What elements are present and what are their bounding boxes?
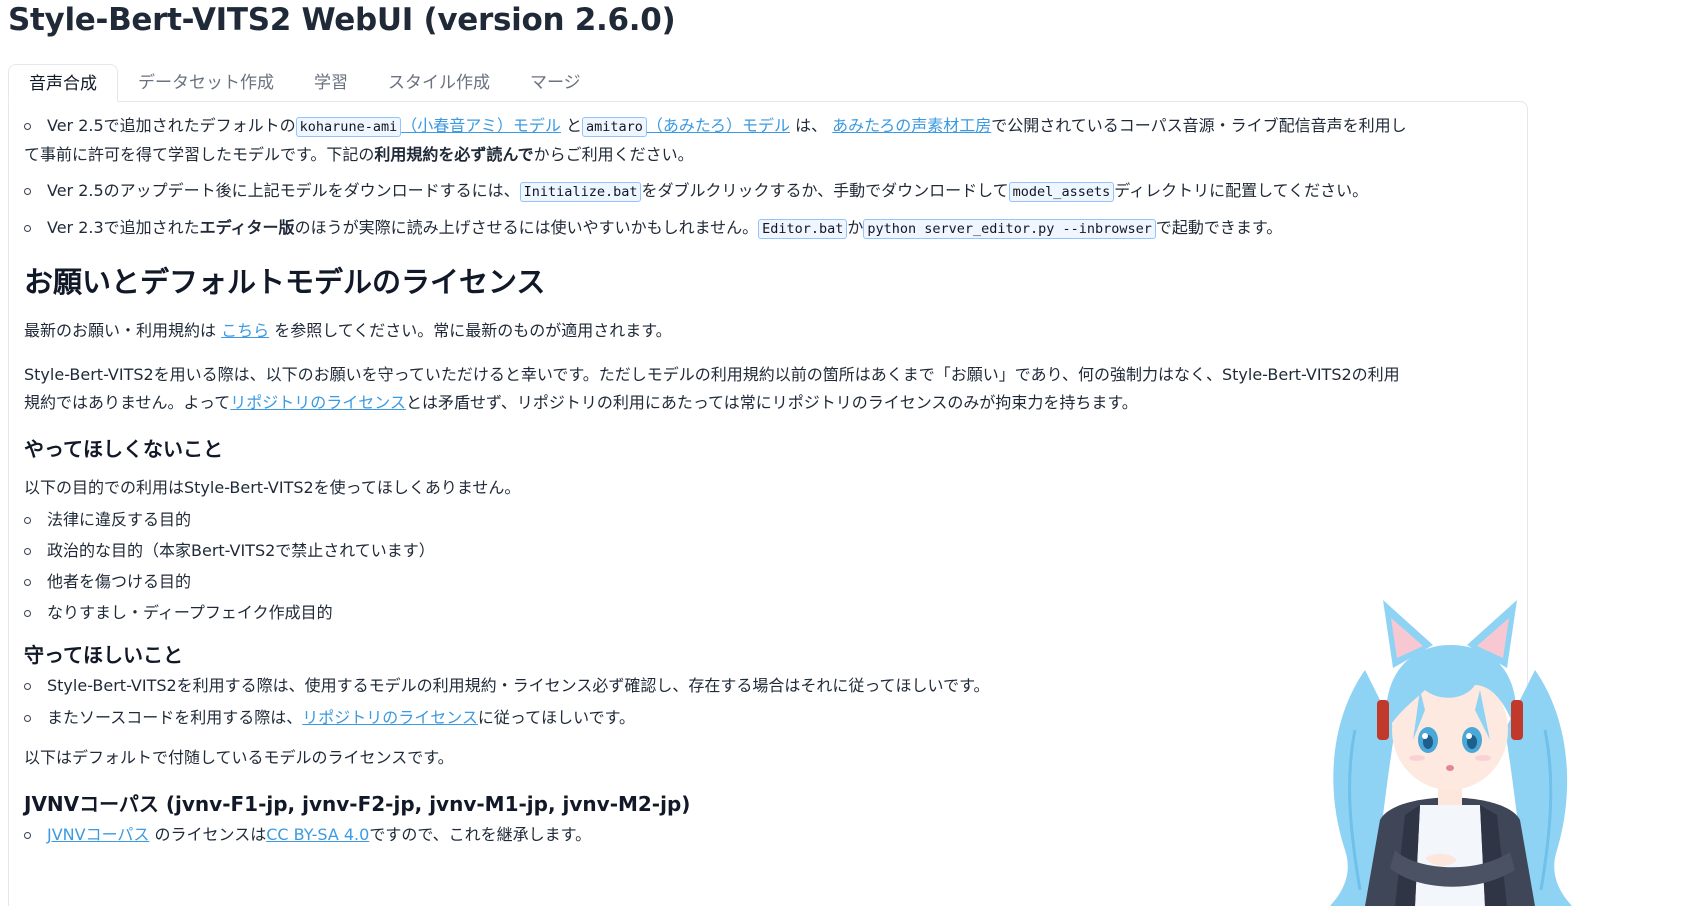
jvnv-heading: JVNVコーパス (jvnv-F1-jp, jvnv-F2-jp, jvnv-M… <box>24 792 691 816</box>
text: Style-Bert-VITS2を用いる際は、以下のお願いを守っていただけると幸… <box>24 365 1400 384</box>
markdown-content: Ver 2.5で追加されたデフォルトの koharune-ami （小春音アミ）モデ… <box>24 112 1524 849</box>
link-koharune-ami-model[interactable]: （小春音アミ）モデル <box>401 116 561 135</box>
text: またソースコードを利用する際は、 <box>47 708 303 727</box>
text: とは矛盾せず、リポジトリの利用にあたっては常にリポジトリのライセンスのみが拘束力… <box>405 393 1138 412</box>
list-item: またソースコードを利用する際は、リポジトリのライセンスに従ってほしいです。 <box>24 704 1524 732</box>
do-list: Style-Bert-VITS2を利用する際は、使用するモデルの利用規約・ライセ… <box>24 672 1524 732</box>
text: と <box>566 116 583 135</box>
text: を参照してください。常に最新のものが適用されます。 <box>269 321 672 340</box>
link-jvnv-corpus[interactable]: JVNVコーパス <box>47 825 149 844</box>
text: のライセンスは <box>149 825 267 844</box>
text: で公開されているコーパス音源・ライブ配信音声を利用し <box>991 116 1407 135</box>
list-item: 法律に違反する目的 <box>24 506 1524 534</box>
link-repo-license[interactable]: リポジトリのライセンス <box>230 393 406 412</box>
code-initialize-bat: Initialize.bat <box>519 182 642 202</box>
text: は、 <box>795 116 828 135</box>
paragraph: 以下の目的での利用はStyle-Bert-VITS2を使ってほしくありません。 <box>24 478 521 497</box>
bold-text: エディター版 <box>199 218 295 237</box>
list-item: 政治的な目的（本家Bert-VITS2で禁止されています） <box>24 537 1524 565</box>
list-item: 他者を傷つける目的 <box>24 568 1524 596</box>
text: ですので、これを継承します。 <box>369 825 592 844</box>
page: Style-Bert-VITS2 WebUI (version 2.6.0) 音… <box>0 0 1681 906</box>
text: ディレクトリに配置してください。 <box>1114 181 1369 200</box>
list-item: Ver 2.5のアップデート後に上記モデルをダウンロードするには、 Initial… <box>24 177 1524 206</box>
text: のほうが実際に読み上げさせるには使いやすいかもしれません。 <box>294 218 759 237</box>
code-model-assets: model_assets <box>1008 182 1115 202</box>
text: て事前に許可を得て学習したモデルです。下記の <box>24 145 375 164</box>
do-heading: 守ってほしいこと <box>24 643 183 667</box>
tab-dataset-creation[interactable]: データセット作成 <box>118 64 294 102</box>
paragraph: 最新のお願い・利用規約は こちら を参照してください。常に最新のものが適用されま… <box>24 317 1524 345</box>
list-item: JVNVコーパス のライセンスはCC BY-SA 4.0ですので、これを継承しま… <box>24 821 1524 849</box>
tab-speech-synthesis[interactable]: 音声合成 <box>8 64 118 102</box>
text: に従ってほしいです。 <box>477 708 636 727</box>
text: で起動できます。 <box>1155 218 1283 237</box>
tab-merge[interactable]: マージ <box>510 64 601 102</box>
link-amitaro-model[interactable]: （あみたろ）モデル <box>647 116 790 135</box>
jvnv-list: JVNVコーパス のライセンスはCC BY-SA 4.0ですので、これを継承しま… <box>24 821 1524 849</box>
code-amitaro: amitaro <box>582 117 647 137</box>
mascot-illustration <box>1330 600 1572 906</box>
text: 最新のお願い・利用規約は <box>24 321 222 340</box>
tab-training[interactable]: 学習 <box>294 64 368 102</box>
list-item: なりすまし・ディープフェイク作成目的 <box>24 599 1524 627</box>
dont-heading: やってほしくないこと <box>24 437 223 461</box>
list-item: Style-Bert-VITS2を利用する際は、使用するモデルの利用規約・ライセ… <box>24 672 1524 700</box>
list-item: Ver 2.3で追加されたエディター版のほうが実際に読み上げさせるには使いやすい… <box>24 214 1524 243</box>
text: をダブルクリックするか、手動でダウンロードして <box>641 181 1009 200</box>
text: Ver 2.3で追加された <box>47 218 200 237</box>
link-cc-by-sa[interactable]: CC BY-SA 4.0 <box>266 825 369 844</box>
list-item: Ver 2.5で追加されたデフォルトの koharune-ami （小春音アミ）モデ… <box>24 112 1524 169</box>
app-title: Style-Bert-VITS2 WebUI (version 2.6.0) <box>8 2 676 38</box>
license-heading: お願いとデフォルトモデルのライセンス <box>24 265 546 299</box>
link-repo-license-2[interactable]: リポジトリのライセンス <box>302 708 478 727</box>
dont-list: 法律に違反する目的 政治的な目的（本家Bert-VITS2で禁止されています） … <box>24 506 1524 627</box>
intro-list: Ver 2.5で追加されたデフォルトの koharune-ami （小春音アミ）モデ… <box>24 112 1524 243</box>
paragraph: Style-Bert-VITS2を用いる際は、以下のお願いを守っていただけると幸… <box>24 361 1524 417</box>
code-editor-bat: Editor.bat <box>758 219 848 239</box>
text: からご利用ください。 <box>533 145 694 164</box>
text: か <box>847 218 864 237</box>
paragraph: 以下はデフォルトで付随しているモデルのライセンスです。 <box>24 748 454 767</box>
code-server-editor: python server_editor.py --inbrowser <box>863 219 1156 239</box>
link-terms-here[interactable]: こちら <box>221 321 269 340</box>
link-amitaro-voice-studio[interactable]: あみたろの声素材工房 <box>832 116 991 135</box>
tab-bar: 音声合成 データセット作成 学習 スタイル作成 マージ <box>8 64 601 102</box>
text: Ver 2.5のアップデート後に上記モデルをダウンロードするには、 <box>47 181 520 200</box>
code-koharune-ami: koharune-ami <box>295 117 402 137</box>
bold-text: 利用規約を必ず読んで <box>374 145 534 164</box>
text: Ver 2.5で追加されたデフォルトの <box>47 116 296 135</box>
text: 規約ではありません。よって <box>24 393 231 412</box>
tab-style-creation[interactable]: スタイル作成 <box>368 64 510 102</box>
